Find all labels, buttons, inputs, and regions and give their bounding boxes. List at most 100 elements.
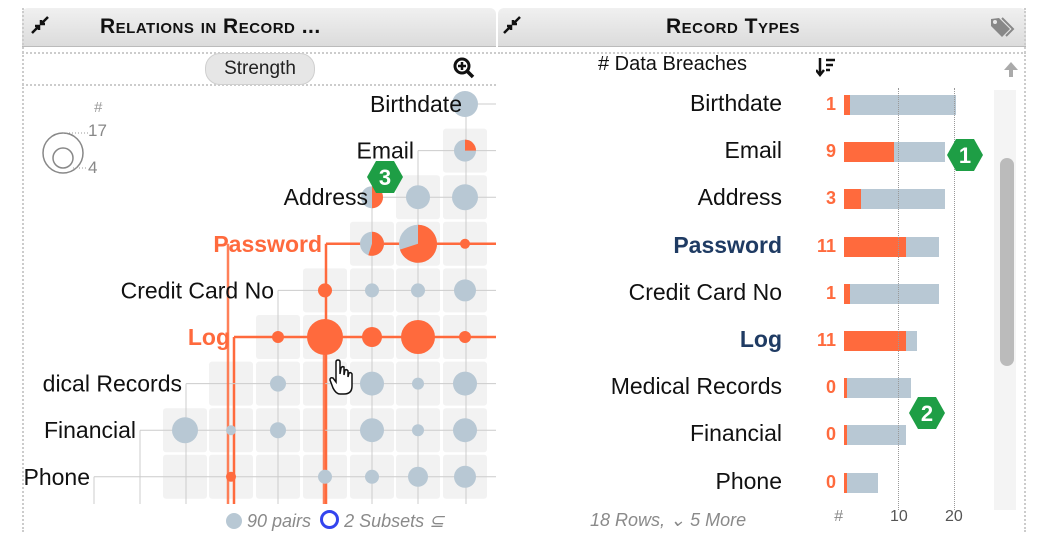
record-row[interactable]: Phone 0 bbox=[498, 466, 988, 500]
svg-text:2: 2 bbox=[921, 401, 933, 426]
record-types-title: Record Types bbox=[666, 15, 801, 38]
matrix-row-label[interactable]: Credit Card No bbox=[121, 277, 274, 303]
subsets-count[interactable]: 2 Subsets ⊆ bbox=[344, 511, 444, 531]
pairs-count: 90 pairs bbox=[247, 511, 312, 531]
relation-matrix: BirthdateEmailAddressPasswordCredit Card… bbox=[23, 91, 496, 504]
svg-text:3: 3 bbox=[379, 165, 391, 190]
relation-dot[interactable] bbox=[453, 418, 477, 443]
total-bar bbox=[844, 425, 906, 446]
breach-bar bbox=[844, 331, 906, 351]
record-types-panel: Record Types # Data Breaches Birthdate 1 E… bbox=[498, 8, 1026, 532]
record-row[interactable]: Log 11 bbox=[498, 324, 988, 358]
breach-bar bbox=[844, 95, 850, 115]
relation-dot[interactable] bbox=[401, 320, 435, 354]
step-badge-2: 2 bbox=[909, 397, 945, 429]
matrix-row-label[interactable]: Log bbox=[188, 324, 230, 350]
tag-icon[interactable] bbox=[990, 16, 1016, 38]
matrix-row-label[interactable]: Address bbox=[284, 184, 368, 210]
relation-dot[interactable] bbox=[272, 331, 284, 343]
breach-count: 11 bbox=[816, 235, 836, 256]
relation-dot[interactable] bbox=[411, 283, 425, 298]
relation-dot[interactable] bbox=[460, 238, 470, 249]
relation-dot[interactable] bbox=[270, 422, 286, 439]
relation-dot[interactable] bbox=[365, 283, 379, 298]
relation-dot[interactable] bbox=[360, 371, 384, 396]
total-bar bbox=[844, 378, 912, 399]
relation-dot[interactable] bbox=[318, 469, 332, 484]
record-type-label[interactable]: Phone bbox=[715, 468, 782, 495]
record-row[interactable]: Password 11 bbox=[498, 230, 988, 264]
matrix-row-label[interactable]: Birthdate bbox=[370, 91, 462, 117]
total-bar bbox=[844, 95, 956, 115]
record-row[interactable]: Credit Card No 1 bbox=[498, 277, 988, 311]
breach-bar bbox=[844, 283, 850, 304]
scrollbar-thumb[interactable] bbox=[1000, 158, 1014, 366]
pairs-footer: 90 pairs 2 Subsets ⊆ bbox=[226, 510, 444, 532]
relation-dot[interactable] bbox=[365, 469, 379, 484]
step-badge-3: 3 bbox=[367, 161, 403, 193]
record-type-label[interactable]: Log bbox=[740, 326, 782, 353]
relation-dot[interactable] bbox=[226, 425, 236, 436]
rows-footer[interactable]: 18 Rows, ⌄ 5 More bbox=[590, 510, 746, 531]
matrix-row-label[interactable]: Phone bbox=[23, 464, 90, 490]
breach-count: 9 bbox=[825, 141, 836, 162]
breach-count: 0 bbox=[825, 377, 836, 398]
breach-bar bbox=[844, 425, 847, 446]
breach-count: 0 bbox=[825, 471, 836, 492]
axis-tick-20: 20 bbox=[945, 508, 963, 525]
breach-bar bbox=[844, 378, 847, 399]
legend-max: 17 bbox=[88, 121, 107, 140]
relation-dot[interactable] bbox=[412, 424, 424, 437]
column-header[interactable]: # Data Breaches bbox=[598, 53, 747, 76]
svg-text:1: 1 bbox=[959, 143, 971, 168]
record-row[interactable]: Address 3 bbox=[498, 182, 988, 216]
relation-dot[interactable] bbox=[318, 283, 332, 298]
breach-count: 11 bbox=[816, 330, 836, 350]
breach-bar bbox=[844, 142, 895, 163]
matrix-row-label[interactable]: Password bbox=[213, 231, 322, 257]
relation-dot[interactable] bbox=[454, 465, 476, 488]
breach-count: 3 bbox=[825, 188, 836, 209]
collapse-icon[interactable] bbox=[502, 15, 522, 35]
relation-dot[interactable] bbox=[362, 327, 382, 347]
breach-bar bbox=[844, 472, 847, 493]
legend-min: 4 bbox=[88, 158, 97, 177]
record-types-header: Record Types bbox=[498, 8, 1026, 46]
relation-dot[interactable] bbox=[454, 279, 476, 302]
relation-dot[interactable] bbox=[412, 377, 424, 390]
pairs-dot-icon bbox=[226, 513, 242, 529]
relation-dot[interactable] bbox=[270, 375, 286, 392]
relation-dot[interactable] bbox=[307, 319, 343, 355]
total-bar bbox=[844, 472, 878, 493]
relation-dot[interactable] bbox=[453, 371, 477, 396]
record-type-label[interactable]: Email bbox=[724, 137, 782, 164]
relations-panel: Relations in Record ... Strength Birthda… bbox=[22, 8, 496, 532]
record-type-label[interactable]: Financial bbox=[690, 420, 782, 447]
breach-count: 1 bbox=[825, 94, 836, 114]
record-row[interactable]: Birthdate 1 bbox=[498, 88, 988, 122]
relation-dot[interactable] bbox=[408, 466, 428, 487]
subsets-ring-icon bbox=[320, 510, 340, 529]
record-type-label[interactable]: Birthdate bbox=[690, 90, 782, 117]
breach-count: 1 bbox=[825, 282, 836, 303]
relation-dot[interactable] bbox=[406, 185, 430, 210]
matrix-row-label[interactable]: Financial bbox=[44, 417, 136, 443]
breach-bar bbox=[844, 189, 861, 210]
record-row[interactable]: Email 9 bbox=[498, 135, 988, 169]
relation-dot[interactable] bbox=[172, 417, 198, 444]
axis-tick-10: 10 bbox=[890, 508, 908, 525]
record-type-label[interactable]: Credit Card No bbox=[629, 279, 782, 306]
record-type-label[interactable]: Medical Records bbox=[611, 373, 782, 400]
relation-dot[interactable] bbox=[226, 471, 236, 482]
step-badge-1: 1 bbox=[947, 139, 983, 171]
scroll-up-icon[interactable] bbox=[1002, 60, 1020, 78]
axis-label: # bbox=[834, 508, 843, 525]
record-type-label[interactable]: Password bbox=[673, 232, 782, 259]
relation-dot[interactable] bbox=[452, 184, 478, 211]
record-type-label[interactable]: Address bbox=[698, 184, 782, 211]
matrix-row-label[interactable]: dical Records bbox=[43, 371, 182, 397]
relation-dot[interactable] bbox=[459, 331, 471, 343]
sort-desc-icon[interactable] bbox=[816, 56, 836, 78]
relation-dot[interactable] bbox=[360, 418, 384, 443]
legend-header: # bbox=[94, 99, 103, 116]
